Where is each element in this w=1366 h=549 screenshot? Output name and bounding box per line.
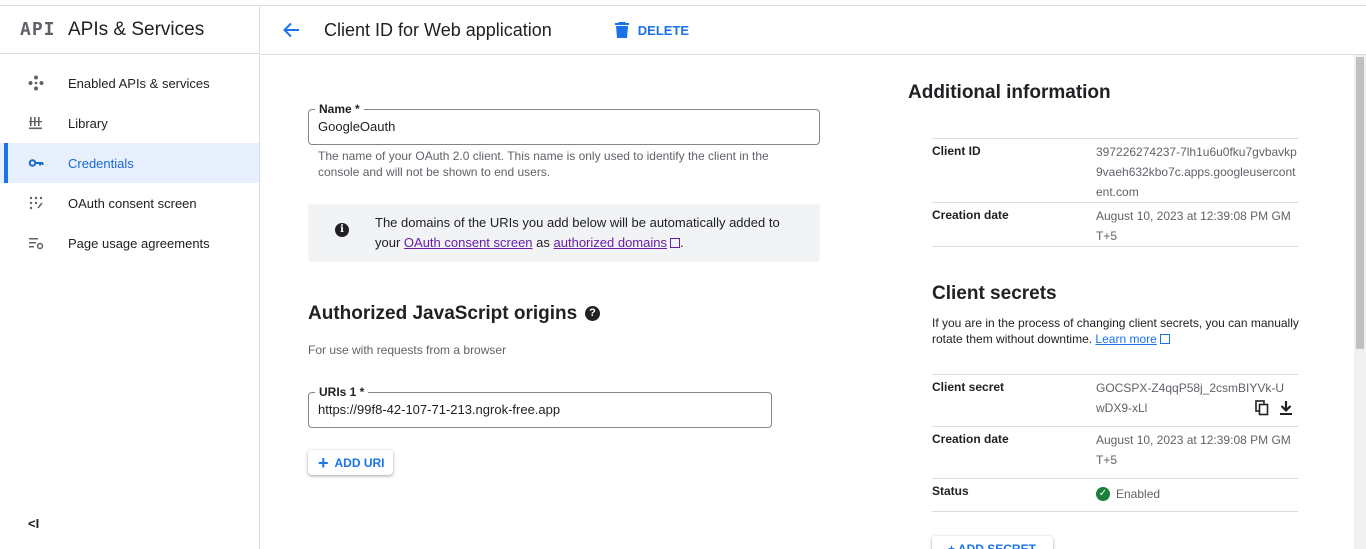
info-text-part: . bbox=[679, 235, 684, 250]
secret-creation-date-value: August 10, 2023 at 12:39:08 PM GMT+5 bbox=[1096, 433, 1291, 467]
sidebar-item-library[interactable]: Library bbox=[0, 103, 259, 143]
client-secrets-description: If you are in the process of changing cl… bbox=[932, 315, 1302, 347]
info-text: The domains of the URIs you add below wi… bbox=[375, 213, 795, 253]
client-secrets-title: Client secrets bbox=[932, 283, 1057, 304]
status-badge: ✓ Enabled bbox=[1096, 484, 1160, 504]
authorized-domains-link[interactable]: authorized domains bbox=[554, 235, 667, 250]
uri-field-value: https://99f8-42-107-71-213.ngrok-free.ap… bbox=[318, 402, 561, 417]
status-text: Enabled bbox=[1116, 487, 1161, 501]
client-secret-row: Client secret GOCSPX-Z4qqP58j_2csmBIYVk-… bbox=[932, 374, 1298, 426]
creation-date-value: August 10, 2023 at 12:39:08 PM GMT+5 bbox=[1096, 209, 1291, 243]
sidebar-item-credentials[interactable]: Credentials bbox=[0, 143, 259, 183]
page-title: Client ID for Web application bbox=[324, 19, 552, 40]
secret-creation-date-label: Creation date bbox=[932, 432, 1009, 446]
name-hint: The name of your OAuth 2.0 client. This … bbox=[318, 149, 769, 179]
diamond-dots-icon bbox=[28, 75, 44, 91]
sidebar-item-label: Page usage agreements bbox=[68, 235, 210, 251]
sidebar-title: APIs & Services bbox=[68, 18, 205, 40]
sidebar-item-label: Library bbox=[68, 115, 108, 131]
scrollbar-thumb[interactable] bbox=[1356, 57, 1364, 349]
client-secret-label: Client secret bbox=[932, 380, 1005, 394]
plus-icon: + bbox=[318, 452, 329, 473]
oauth-consent-link[interactable]: OAuth consent screen bbox=[404, 235, 533, 250]
domains-info-box: i The domains of the URIs you add below … bbox=[308, 204, 820, 262]
status-label: Status bbox=[932, 484, 969, 498]
dot-grid-icon bbox=[28, 195, 44, 211]
sidebar-header: API APIs & Services bbox=[0, 6, 259, 54]
uri-field[interactable]: URIs 1 * https://99f8-42-107-71-213.ngro… bbox=[308, 385, 772, 428]
name-field[interactable]: Name * GoogleOauth bbox=[308, 102, 820, 145]
status-value: ✓ Enabled bbox=[1096, 482, 1298, 504]
client-id-row: Client ID 397226274237-7lh1u6u0fku7gvbav… bbox=[932, 138, 1298, 202]
info-text-part: as bbox=[532, 235, 554, 250]
external-link-icon bbox=[1159, 334, 1170, 344]
divider bbox=[932, 511, 1298, 512]
api-logo: API bbox=[20, 19, 56, 40]
collapse-sidebar-button[interactable]: <I bbox=[28, 516, 39, 531]
settings-list-icon bbox=[28, 235, 44, 251]
creation-date-label: Creation date bbox=[932, 208, 1009, 222]
creation-date-row: Creation date August 10, 2023 at 12:39:0… bbox=[932, 202, 1298, 246]
back-arrow-icon[interactable] bbox=[279, 18, 303, 42]
name-field-label: Name * bbox=[315, 102, 364, 116]
name-field-value: GoogleOauth bbox=[318, 119, 396, 134]
sidebar-item-enabled-apis[interactable]: Enabled APIs & services bbox=[0, 63, 259, 103]
add-secret-button[interactable]: + ADD SECRET bbox=[932, 536, 1053, 549]
sidebar-nav: Enabled APIs & services Library Credenti… bbox=[0, 63, 259, 263]
client-id-label: Client ID bbox=[932, 144, 981, 158]
sidebar: API APIs & Services Enabled APIs & servi… bbox=[0, 6, 260, 549]
add-uri-button[interactable]: + ADD URI bbox=[308, 450, 393, 475]
copy-icon[interactable] bbox=[1254, 400, 1270, 416]
trash-icon bbox=[614, 22, 629, 38]
sidebar-item-label: Enabled APIs & services bbox=[68, 75, 210, 91]
key-icon bbox=[28, 155, 44, 171]
check-circle-icon: ✓ bbox=[1096, 487, 1110, 501]
learn-more-link[interactable]: Learn more bbox=[1095, 332, 1156, 346]
uri-field-label: URIs 1 * bbox=[315, 385, 369, 399]
download-icon[interactable] bbox=[1278, 400, 1294, 416]
library-icon bbox=[28, 115, 44, 131]
sidebar-item-label: Credentials bbox=[68, 155, 134, 171]
origins-title: Authorized JavaScript origins bbox=[308, 303, 578, 324]
origins-hint: For use with requests from a browser bbox=[308, 343, 507, 357]
sidebar-item-label: OAuth consent screen bbox=[68, 195, 197, 211]
info-icon: i bbox=[335, 223, 349, 237]
help-icon[interactable]: ? bbox=[585, 306, 600, 321]
sidebar-item-page-usage[interactable]: Page usage agreements bbox=[0, 223, 259, 263]
sidebar-item-oauth-consent[interactable]: OAuth consent screen bbox=[0, 183, 259, 223]
page-header: Client ID for Web application DELETE bbox=[261, 6, 1366, 55]
vertical-scrollbar[interactable] bbox=[1354, 55, 1366, 549]
status-row: Status ✓ Enabled bbox=[932, 478, 1298, 512]
delete-button[interactable]: DELETE bbox=[614, 21, 689, 39]
divider bbox=[932, 246, 1298, 247]
secret-creation-date-row: Creation date August 10, 2023 at 12:39:0… bbox=[932, 426, 1298, 478]
delete-label: DELETE bbox=[637, 22, 690, 38]
additional-info-title: Additional information bbox=[908, 82, 1111, 103]
client-id-value[interactable]: 397226274237-7lh1u6u0fku7gvbavkp9vaeh632… bbox=[1096, 142, 1298, 202]
add-uri-label: ADD URI bbox=[334, 455, 385, 470]
external-link-icon bbox=[669, 238, 680, 248]
